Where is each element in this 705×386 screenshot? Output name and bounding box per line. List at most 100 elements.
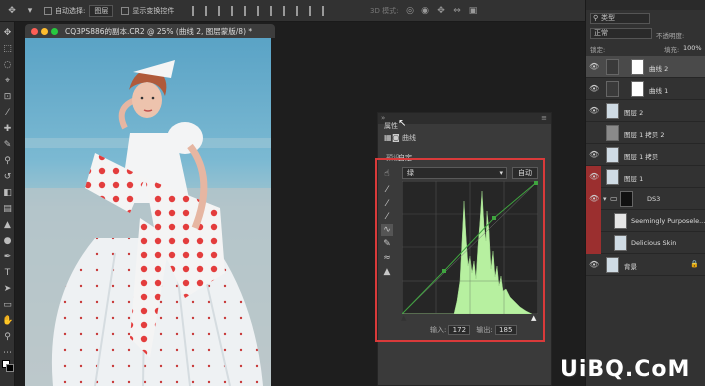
path-select-tool-icon[interactable]: ➤ — [2, 284, 13, 295]
layer-row[interactable]: 👁 图层 1 — [586, 166, 705, 188]
crop-tool-icon[interactable]: ⊡ — [2, 92, 13, 103]
move-tool-icon[interactable]: ✥ — [2, 28, 13, 39]
mask-icon[interactable]: ◙ — [392, 133, 400, 142]
fill-value[interactable]: 100% — [683, 44, 702, 52]
auto-button[interactable]: 自动 — [512, 167, 538, 179]
panel-tabs[interactable] — [586, 0, 705, 10]
layers-panel: ⚲ 类型 正常 不透明度: 锁定: 填充: 100% 👁 曲线 2 👁 曲线 1… — [585, 0, 705, 386]
layer-name: 图层 1 — [624, 175, 644, 183]
curve-point[interactable] — [534, 181, 538, 185]
align-top-icon[interactable] — [231, 5, 239, 16]
black-point-eyedropper-icon[interactable]: ⁄ — [381, 184, 393, 196]
scale-3d-icon[interactable]: ▣ — [468, 6, 478, 16]
dodge-tool-icon[interactable]: ● — [2, 236, 13, 247]
eye-icon[interactable]: 👁 — [589, 172, 599, 182]
black-slider-icon[interactable]: ▲ — [401, 314, 406, 322]
drag-3d-icon[interactable]: ✥ — [436, 6, 446, 16]
blend-mode-select[interactable]: 正常 — [590, 28, 652, 39]
align-bottom-icon[interactable] — [257, 5, 265, 16]
auto-select-checkbox[interactable] — [44, 6, 52, 15]
gray-point-eyedropper-icon[interactable]: ⁄ — [381, 198, 393, 210]
draw-curve-pencil-icon[interactable]: ✎ — [381, 238, 393, 250]
eye-icon[interactable]: 👁 — [589, 62, 599, 72]
distribute-center-icon[interactable] — [283, 5, 291, 16]
eye-icon[interactable]: 👁 — [589, 150, 599, 160]
layer-row[interactable]: Delicious Skin — [586, 232, 705, 254]
minimize-window-icon[interactable] — [41, 28, 48, 35]
document-tab[interactable]: CQ3PS886的副本.CR2 @ 25% (曲线 2, 图层蒙版/8) * — [25, 24, 275, 38]
rotate-3d-icon[interactable]: ◎ — [405, 6, 415, 16]
layer-mask-thumbnail[interactable] — [631, 81, 644, 97]
smooth-curve-icon[interactable]: ≈ — [381, 252, 393, 264]
chevron-down-icon[interactable]: ▾ — [24, 5, 36, 17]
pen-tool-icon[interactable]: ✒ — [2, 252, 13, 263]
distribute-left-icon[interactable] — [270, 5, 278, 16]
chevron-down-icon[interactable]: ▾ — [603, 195, 607, 203]
white-point-eyedropper-icon[interactable]: ⁄ — [381, 211, 393, 223]
layer-row[interactable]: 👁 背景 🔒 — [586, 254, 705, 276]
kind-filter-select[interactable]: ⚲ 类型 — [590, 13, 650, 24]
layer-mask-thumbnail[interactable] — [620, 191, 633, 207]
edit-points-curve-icon[interactable]: ∿ — [381, 224, 393, 236]
output-field[interactable]: 185 — [494, 325, 517, 335]
document-canvas[interactable] — [25, 38, 271, 386]
distribute-right-icon[interactable] — [296, 5, 304, 16]
marquee-tool-icon[interactable]: ⬚ — [2, 44, 13, 55]
layer-row[interactable]: 👁 ▾ ▭ DS3 — [586, 188, 705, 210]
curve-point[interactable] — [492, 216, 496, 220]
type-tool-icon[interactable]: T — [2, 268, 13, 279]
more-tools-icon[interactable]: ⋯ — [2, 348, 13, 359]
lasso-tool-icon[interactable]: ◌ — [2, 60, 13, 71]
gradient-tool-icon[interactable]: ▤ — [2, 204, 13, 215]
layer-row[interactable]: 👁 曲线 2 — [586, 56, 705, 78]
eye-icon[interactable]: 👁 — [589, 84, 599, 94]
layer-row[interactable]: 👁 图层 1 拷贝 — [586, 144, 705, 166]
quick-select-tool-icon[interactable]: ⌖ — [2, 76, 13, 87]
align-center-icon[interactable] — [205, 5, 213, 16]
distribute-top-icon[interactable] — [309, 5, 317, 16]
align-middle-icon[interactable] — [244, 5, 252, 16]
layer-mask-thumbnail[interactable] — [631, 59, 644, 75]
maximize-window-icon[interactable] — [51, 28, 58, 35]
layer-row[interactable]: Seemingly Purposele... — [586, 210, 705, 232]
layer-row[interactable]: 👁 图层 2 — [586, 100, 705, 122]
brush-tool-icon[interactable]: ✎ — [2, 140, 13, 151]
move-tool-icon[interactable]: ✥ — [6, 5, 18, 17]
eye-icon[interactable]: 👁 — [589, 106, 599, 116]
eraser-tool-icon[interactable]: ◧ — [2, 188, 13, 199]
auto-select-target-select[interactable]: 图层 — [89, 4, 114, 17]
lock-label: 锁定: — [590, 46, 606, 54]
show-transform-checkbox[interactable] — [121, 6, 130, 15]
healing-brush-tool-icon[interactable]: ✚ — [2, 124, 13, 135]
align-right-icon[interactable] — [218, 5, 226, 16]
layer-row[interactable]: 图层 1 拷贝 2 — [586, 122, 705, 144]
blur-tool-icon[interactable]: ▲ — [2, 220, 13, 231]
clipping-warning-icon[interactable]: ▲ — [381, 266, 393, 278]
opacity-label: 不透明度: — [656, 32, 685, 40]
search-icon: ⚲ — [593, 14, 599, 22]
document-title: CQ3PS886的副本.CR2 @ 25% (曲线 2, 图层蒙版/8) * — [65, 27, 253, 36]
curve-point[interactable] — [442, 269, 446, 273]
background-color-swatch[interactable] — [6, 364, 14, 372]
layer-row[interactable]: 👁 曲线 1 — [586, 78, 705, 100]
distribute-bottom-icon[interactable] — [322, 5, 330, 16]
on-image-adjust-icon[interactable]: ☝ — [381, 168, 393, 180]
align-left-icon[interactable] — [192, 5, 200, 16]
hand-tool-icon[interactable]: ✋ — [2, 316, 13, 327]
roll-3d-icon[interactable]: ◉ — [420, 6, 430, 16]
curves-graph[interactable] — [402, 181, 538, 314]
close-window-icon[interactable] — [31, 28, 38, 35]
eye-icon[interactable]: 👁 — [589, 194, 599, 204]
zoom-tool-icon[interactable]: ⚲ — [2, 332, 13, 343]
white-slider-icon[interactable]: ▲ — [531, 314, 536, 322]
clone-stamp-tool-icon[interactable]: ⚲ — [2, 156, 13, 167]
slide-3d-icon[interactable]: ⇔ — [452, 6, 462, 16]
eye-icon[interactable]: 👁 — [589, 260, 599, 270]
panel-menu-icon[interactable]: ≡ — [541, 114, 547, 122]
history-brush-tool-icon[interactable]: ↺ — [2, 172, 13, 183]
eyedropper-tool-icon[interactable]: ⁄ — [2, 108, 13, 119]
channel-select[interactable]: 绿 ▾ — [402, 167, 507, 179]
input-field[interactable]: 172 — [448, 325, 471, 335]
layer-name: Delicious Skin — [631, 239, 677, 247]
shape-tool-icon[interactable]: ▭ — [2, 300, 13, 311]
